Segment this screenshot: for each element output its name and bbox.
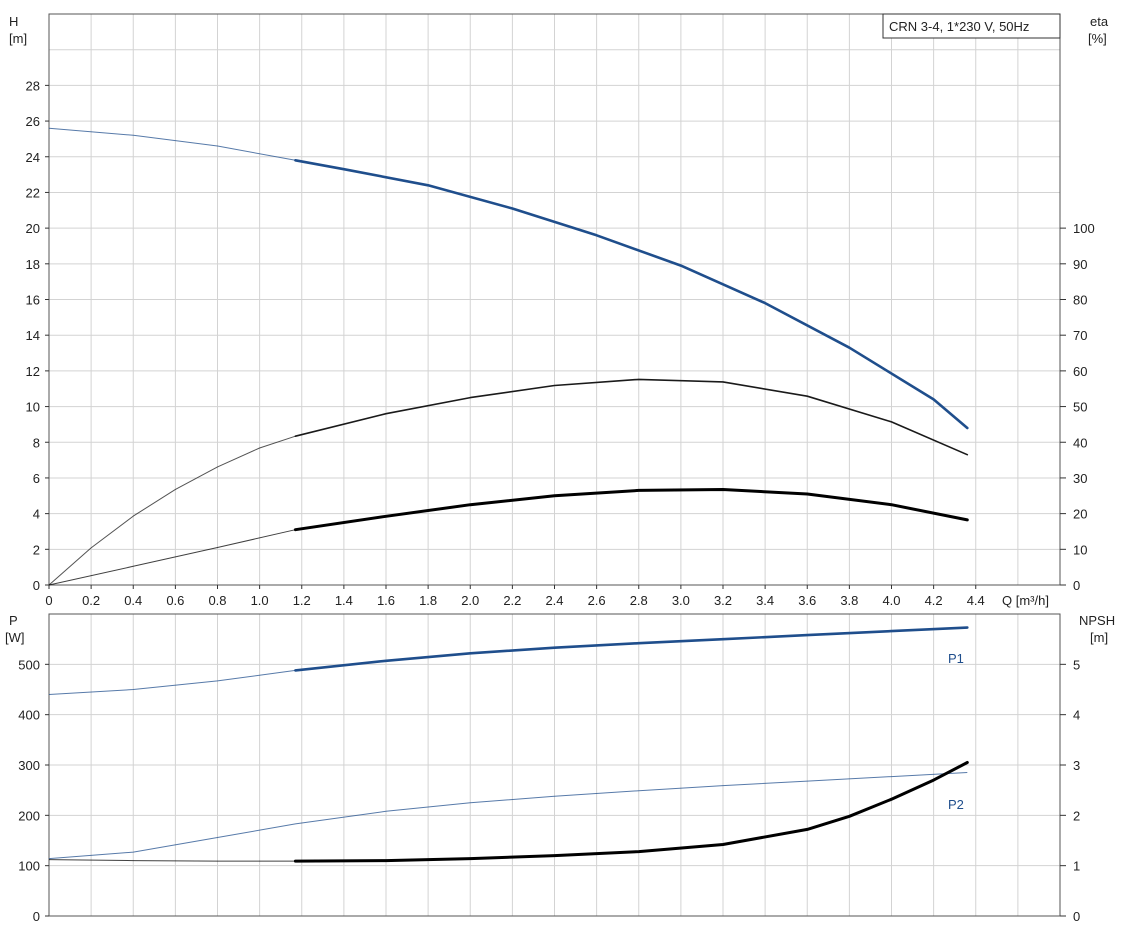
p-axis-tick-label: 200 [18, 808, 40, 823]
x-axis-tick-label: 3.0 [672, 593, 690, 608]
h-axis-tick-label: 10 [26, 400, 40, 415]
h-axis-tick-label: 2 [33, 542, 40, 557]
eta-axis-tick-label: 50 [1073, 400, 1087, 415]
bottom-chart-ticks: 0 100 200 300 400 500 0 1 2 3 4 5 [18, 657, 1080, 924]
x-axis-tick-label: 2.4 [545, 593, 563, 608]
chart-title: CRN 3-4, 1*230 V, 50Hz [889, 19, 1029, 34]
q-axis-label: Q [m³/h] [1002, 593, 1049, 608]
series-label-p1: P1 [948, 651, 964, 666]
p-axis-tick-label: 100 [18, 859, 40, 874]
x-axis-tick-label: 1.6 [377, 593, 395, 608]
efficiency-curve-line [294, 378, 969, 456]
eta-axis-tick-label: 40 [1073, 435, 1087, 450]
x-axis-tick-label: 3.8 [840, 593, 858, 608]
top-chart-grid [49, 14, 1060, 585]
h-axis-tick-label: 8 [33, 435, 40, 450]
x-axis-tick-label: 0.4 [124, 593, 142, 608]
x-axis-tick-label: 3.6 [798, 593, 816, 608]
head-curve-extension-line [48, 127, 296, 161]
eta-axis-tick-label: 10 [1073, 542, 1087, 557]
p-axis-tick-label: 0 [33, 909, 40, 924]
h-axis-label-unit: [m] [9, 31, 27, 46]
h-axis-tick-label: 18 [26, 257, 40, 272]
x-axis-tick-label: 1.0 [251, 593, 269, 608]
npsh-axis-tick-label: 1 [1073, 859, 1080, 874]
h-axis-tick-label: 16 [26, 293, 40, 308]
x-axis-tick-label: 0.2 [82, 593, 100, 608]
eta-axis-tick-label: 80 [1073, 293, 1087, 308]
h-axis-label-name: H [9, 14, 18, 29]
top-chart-ticks: 0 0.2 0.4 0.6 0.8 1.0 1.2 1.4 1.6 1.8 2.0 2.2 2.4 2.6… [26, 78, 1095, 608]
x-axis-tick-label: 3.4 [756, 593, 774, 608]
h-axis-tick-label: 4 [33, 507, 40, 522]
x-axis-tick-label: 2.8 [630, 593, 648, 608]
npsh-axis-label-name: NPSH [1079, 613, 1115, 628]
top-black-curve-extension-line [48, 529, 296, 586]
p-axis-tick-label: 300 [18, 758, 40, 773]
p-axis-label-unit: [W] [5, 630, 25, 645]
npsh-axis-tick-label: 4 [1073, 708, 1080, 723]
x-axis-tick-label: 1.4 [335, 593, 353, 608]
eta-axis-tick-label: 90 [1073, 257, 1087, 272]
npsh-axis-tick-label: 3 [1073, 758, 1080, 773]
x-axis-tick-label: 1.2 [293, 593, 311, 608]
h-axis-tick-label: 0 [33, 578, 40, 593]
eta-axis-label-unit: [%] [1088, 31, 1107, 46]
series-layer [48, 127, 969, 863]
eta-axis-tick-label: 60 [1073, 364, 1087, 379]
top-chart-title-box: CRN 3-4, 1*230 V, 50Hz [882, 13, 1061, 39]
p-axis-tick-label: 400 [18, 708, 40, 723]
h-axis-tick-label: 28 [26, 78, 40, 93]
x-axis-tick-label: 0.8 [208, 593, 226, 608]
h-axis-tick-label: 26 [26, 114, 40, 129]
x-axis-tick-label: 4.4 [967, 593, 985, 608]
x-axis-tick-label: 4.2 [925, 593, 943, 608]
p-axis-tick-label: 500 [18, 657, 40, 672]
p-axis-label-name: P [9, 613, 18, 628]
npsh-curve-line [293, 761, 969, 863]
x-axis-tick-label: 2.0 [461, 593, 479, 608]
npsh-axis-tick-label: 2 [1073, 808, 1080, 823]
h-axis-tick-label: 6 [33, 471, 40, 486]
h-axis-tick-label: 12 [26, 364, 40, 379]
head-curve-line [294, 159, 969, 430]
pump-performance-chart: 0 0.2 0.4 0.6 0.8 1.0 1.2 1.4 1.6 1.8 2.0 2.2 2.4 2.6… [5, 13, 1115, 924]
bottom-chart-grid [49, 614, 1060, 916]
eta-axis-tick-label: 20 [1073, 507, 1087, 522]
x-axis-tick-label: 2.6 [588, 593, 606, 608]
h-axis-tick-label: 14 [26, 328, 40, 343]
x-axis-tick-label: 2.2 [503, 593, 521, 608]
x-axis-tick-label: 3.2 [714, 593, 732, 608]
eta-axis-tick-label: 100 [1073, 221, 1095, 236]
eta-axis-label-name: eta [1090, 14, 1109, 29]
x-axis-tick-label: 4.0 [882, 593, 900, 608]
npsh-curve-extension-line [48, 859, 296, 862]
h-axis-tick-label: 24 [26, 150, 40, 165]
eta-axis-tick-label: 30 [1073, 471, 1087, 486]
x-axis-tick-label: 1.8 [419, 593, 437, 608]
series-label-p2: P2 [948, 797, 964, 812]
eta-axis-tick-label: 0 [1073, 578, 1080, 593]
power-p1-curve-extension-line [48, 669, 296, 695]
h-axis-tick-label: 22 [26, 185, 40, 200]
npsh-axis-tick-label: 0 [1073, 909, 1080, 924]
npsh-axis-label-unit: [m] [1090, 630, 1108, 645]
top-black-curve-line [293, 488, 969, 532]
x-axis-tick-label: 0.6 [166, 593, 184, 608]
eta-axis-tick-label: 70 [1073, 328, 1087, 343]
h-axis-tick-label: 20 [26, 221, 40, 236]
efficiency-curve-extension-line [48, 435, 296, 586]
npsh-axis-tick-label: 5 [1073, 657, 1080, 672]
x-axis-tick-label: 0 [45, 593, 52, 608]
